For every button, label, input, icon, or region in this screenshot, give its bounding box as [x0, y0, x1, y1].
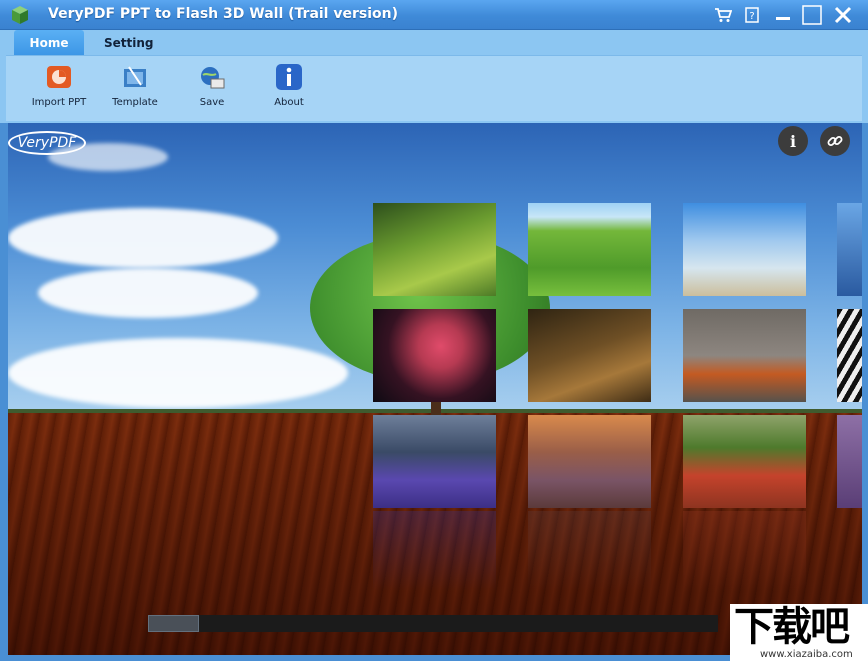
tile-reflection	[373, 511, 496, 591]
import-ppt-label: Import PPT	[27, 97, 91, 108]
ribbon: Home Setting Import PPT Template	[0, 30, 868, 123]
tab-home[interactable]: Home	[14, 30, 84, 55]
loading-progress-bar	[148, 615, 718, 632]
template-button[interactable]: Template	[103, 63, 167, 108]
wall-tile[interactable]	[528, 415, 651, 508]
minimize-icon[interactable]	[772, 4, 794, 26]
template-icon	[121, 63, 149, 91]
title-bar: VeryPDF PPT to Flash 3D Wall (Trail vers…	[0, 0, 868, 30]
preview-area: VeryPDF i	[8, 123, 862, 655]
info-icon	[275, 63, 303, 91]
template-label: Template	[103, 97, 167, 108]
help-icon[interactable]: ?	[741, 4, 763, 26]
watermark: 下载吧 www.xiazaiba.com	[730, 604, 868, 661]
app-icon	[8, 3, 32, 27]
tile-reflection	[683, 511, 806, 591]
progress-fill	[148, 615, 199, 632]
wall-tile[interactable]	[373, 203, 496, 296]
tile-reflection	[528, 511, 651, 591]
window-title: VeryPDF PPT to Flash 3D Wall (Trail vers…	[48, 6, 398, 22]
wall-tile[interactable]	[373, 415, 496, 508]
wall-tile[interactable]	[528, 309, 651, 402]
wall-tile[interactable]	[373, 309, 496, 402]
about-button[interactable]: About	[257, 63, 321, 108]
cloud	[8, 338, 348, 408]
save-button[interactable]: Save	[180, 63, 244, 108]
watermark-url: www.xiazaiba.com	[760, 649, 853, 660]
ribbon-tabs: Home Setting	[14, 30, 174, 56]
wall-tile[interactable]	[683, 203, 806, 296]
close-icon[interactable]	[832, 4, 854, 26]
cart-icon[interactable]	[712, 4, 734, 26]
cloud	[38, 268, 258, 318]
link-button[interactable]	[820, 126, 850, 156]
link-icon	[827, 133, 843, 149]
wall-tile[interactable]	[837, 203, 862, 296]
info-button[interactable]: i	[778, 126, 808, 156]
import-ppt-icon	[45, 63, 73, 91]
tab-setting[interactable]: Setting	[86, 30, 172, 55]
ribbon-panel: Import PPT Template Save Abou	[6, 55, 862, 121]
wall-tile[interactable]	[837, 309, 862, 402]
maximize-icon[interactable]	[801, 4, 823, 26]
watermark-logo-text: 下载吧	[734, 604, 848, 650]
about-label: About	[257, 97, 321, 108]
wall-tile[interactable]	[683, 415, 806, 508]
wall-tile[interactable]	[683, 309, 806, 402]
svg-text:?: ?	[749, 11, 754, 22]
cloud	[8, 208, 278, 268]
save-label: Save	[180, 97, 244, 108]
verypdf-logo: VeryPDF	[8, 131, 86, 155]
import-ppt-button[interactable]: Import PPT	[27, 63, 91, 108]
wall-tile[interactable]	[837, 415, 862, 508]
wall-tile[interactable]	[528, 203, 651, 296]
save-globe-icon	[198, 63, 226, 91]
